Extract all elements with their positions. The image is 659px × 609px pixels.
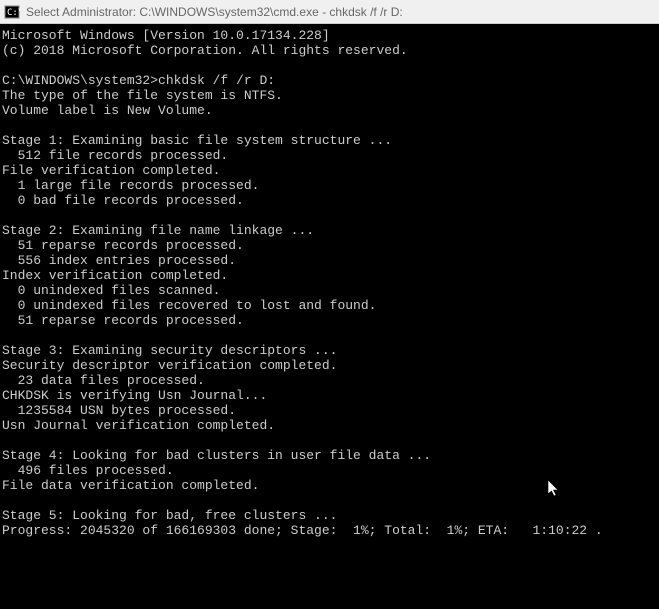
terminal-line: C:\WINDOWS\system32>chkdsk /f /r D: bbox=[2, 73, 657, 88]
terminal-line bbox=[2, 208, 657, 223]
terminal-line bbox=[2, 58, 657, 73]
terminal-line: Index verification completed. bbox=[2, 268, 657, 283]
svg-text:C:\: C:\ bbox=[7, 8, 20, 18]
terminal-line: 0 unindexed files scanned. bbox=[2, 283, 657, 298]
terminal-line: Stage 1: Examining basic file system str… bbox=[2, 133, 657, 148]
terminal-line: CHKDSK is verifying Usn Journal... bbox=[2, 388, 657, 403]
terminal-line: Microsoft Windows [Version 10.0.17134.22… bbox=[2, 28, 657, 43]
terminal-line: Stage 2: Examining file name linkage ... bbox=[2, 223, 657, 238]
terminal-line: Volume label is New Volume. bbox=[2, 103, 657, 118]
terminal-line: 23 data files processed. bbox=[2, 373, 657, 388]
terminal-line: Stage 3: Examining security descriptors … bbox=[2, 343, 657, 358]
terminal-line: (c) 2018 Microsoft Corporation. All righ… bbox=[2, 43, 657, 58]
terminal-line: 1235584 USN bytes processed. bbox=[2, 403, 657, 418]
terminal-line: Stage 5: Looking for bad, free clusters … bbox=[2, 508, 657, 523]
terminal-line: 496 files processed. bbox=[2, 463, 657, 478]
terminal-line bbox=[2, 493, 657, 508]
window-titlebar[interactable]: C:\ Select Administrator: C:\WINDOWS\sys… bbox=[0, 0, 659, 24]
terminal-line: Stage 4: Looking for bad clusters in use… bbox=[2, 448, 657, 463]
terminal-line: The type of the file system is NTFS. bbox=[2, 88, 657, 103]
terminal-line: 0 bad file records processed. bbox=[2, 193, 657, 208]
terminal-line: File data verification completed. bbox=[2, 478, 657, 493]
terminal-line bbox=[2, 433, 657, 448]
terminal-line: 51 reparse records processed. bbox=[2, 313, 657, 328]
terminal-line: 556 index entries processed. bbox=[2, 253, 657, 268]
terminal-line bbox=[2, 328, 657, 343]
terminal-output[interactable]: Microsoft Windows [Version 10.0.17134.22… bbox=[0, 24, 659, 542]
cmd-icon: C:\ bbox=[4, 4, 20, 20]
terminal-line: 512 file records processed. bbox=[2, 148, 657, 163]
terminal-line: Usn Journal verification completed. bbox=[2, 418, 657, 433]
terminal-line bbox=[2, 118, 657, 133]
terminal-line: 0 unindexed files recovered to lost and … bbox=[2, 298, 657, 313]
terminal-line: Progress: 2045320 of 166169303 done; Sta… bbox=[2, 523, 657, 538]
window-title: Select Administrator: C:\WINDOWS\system3… bbox=[26, 5, 403, 19]
terminal-line: Security descriptor verification complet… bbox=[2, 358, 657, 373]
terminal-line: File verification completed. bbox=[2, 163, 657, 178]
terminal-line: 1 large file records processed. bbox=[2, 178, 657, 193]
terminal-line: 51 reparse records processed. bbox=[2, 238, 657, 253]
